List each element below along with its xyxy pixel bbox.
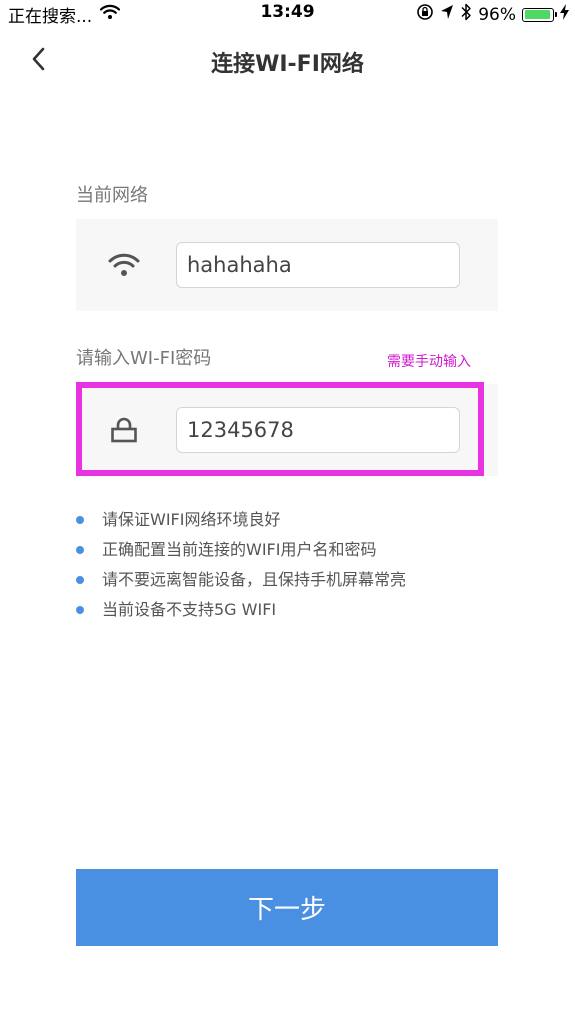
nav-bar: 连接WI-FI网络 (0, 28, 575, 94)
network-field-row (76, 219, 498, 311)
password-input[interactable] (176, 407, 460, 453)
tip-item: 请不要远离智能设备，且保持手机屏幕常亮 (76, 565, 406, 595)
tip-item: 正确配置当前连接的WIFI用户名和密码 (76, 535, 406, 565)
password-field-row (76, 384, 498, 476)
tips-list: 请保证WIFI网络环境良好 正确配置当前连接的WIFI用户名和密码 请不要远离智… (76, 505, 406, 625)
battery-icon (522, 7, 557, 22)
charging-icon (560, 4, 569, 25)
network-section-label: 当前网络 (76, 185, 148, 206)
tip-text: 正确配置当前连接的WIFI用户名和密码 (102, 540, 377, 559)
battery-level (524, 10, 551, 19)
password-section-label: 请输入WI-FI密码 (76, 348, 212, 369)
status-right: 96% (416, 2, 569, 27)
status-bar: 正在搜索... 13:49 96% (0, 0, 575, 28)
tip-item: 请保证WIFI网络环境良好 (76, 505, 406, 535)
next-step-button[interactable]: 下一步 (76, 869, 498, 946)
bullet-icon (76, 546, 84, 554)
tip-text: 当前设备不支持5G WIFI (102, 600, 277, 619)
bullet-icon (76, 606, 84, 614)
bluetooth-icon (460, 2, 472, 27)
wifi-setup-screen: 正在搜索... 13:49 96% 连接WI-FI网络 当前网络 hahahah… (0, 0, 575, 1022)
tip-text: 请保证WIFI网络环境良好 (102, 510, 281, 529)
page-title: 连接WI-FI网络 (211, 52, 364, 77)
rotation-lock-icon (416, 3, 434, 26)
manual-input-annotation: 需要手动输入 (387, 354, 471, 370)
location-arrow-icon (440, 4, 454, 25)
network-name-input[interactable] (176, 242, 460, 288)
wifi-icon (106, 245, 142, 285)
bullet-icon (76, 576, 84, 584)
tip-item: 当前设备不支持5G WIFI (76, 595, 406, 625)
lock-icon (106, 410, 142, 450)
tip-text: 请不要远离智能设备，且保持手机屏幕常亮 (102, 570, 407, 589)
battery-percent: 96% (478, 4, 516, 25)
bullet-icon (76, 516, 84, 524)
